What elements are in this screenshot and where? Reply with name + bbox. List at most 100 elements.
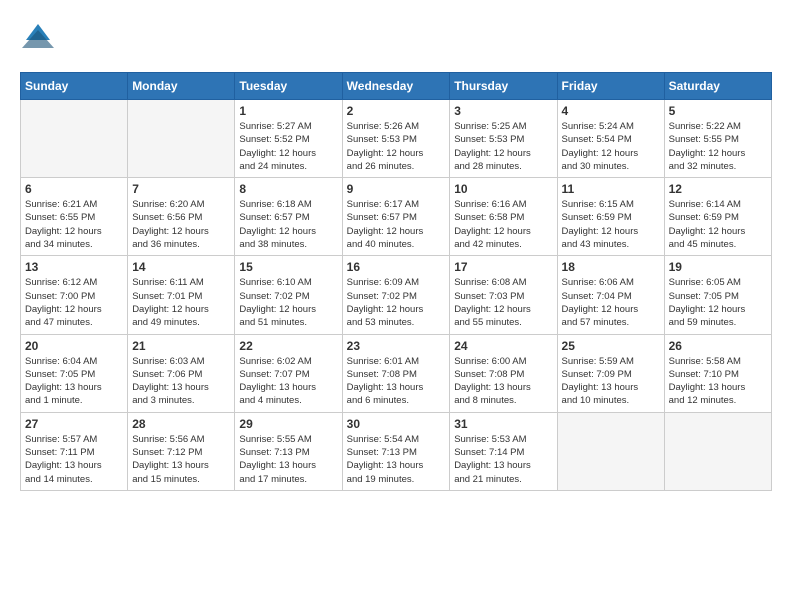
logo-icon [20,20,56,62]
calendar-cell: 2 Sunrise: 5:26 AM Sunset: 5:53 PM Daylig… [342,100,450,178]
logo [20,20,60,62]
day-info: Sunrise: 6:11 AM Sunset: 7:01 PM Dayligh… [132,276,230,329]
calendar-cell: 28 Sunrise: 5:56 AM Sunset: 7:12 PM Dayli… [128,412,235,490]
day-info: Sunrise: 6:12 AM Sunset: 7:00 PM Dayligh… [25,276,123,329]
calendar-cell: 3 Sunrise: 5:25 AM Sunset: 5:53 PM Daylig… [450,100,557,178]
day-info: Sunrise: 5:22 AM Sunset: 5:55 PM Dayligh… [669,120,767,173]
day-number: 26 [669,339,767,353]
calendar-cell: 16 Sunrise: 6:09 AM Sunset: 7:02 PM Dayli… [342,256,450,334]
col-header-saturday: Saturday [664,73,771,100]
day-number: 10 [454,182,552,196]
day-info: Sunrise: 6:02 AM Sunset: 7:07 PM Dayligh… [239,355,337,408]
calendar-cell: 7 Sunrise: 6:20 AM Sunset: 6:56 PM Daylig… [128,178,235,256]
day-number: 16 [347,260,446,274]
day-number: 17 [454,260,552,274]
day-info: Sunrise: 6:18 AM Sunset: 6:57 PM Dayligh… [239,198,337,251]
calendar-cell: 14 Sunrise: 6:11 AM Sunset: 7:01 PM Dayli… [128,256,235,334]
day-number: 30 [347,417,446,431]
calendar-cell: 18 Sunrise: 6:06 AM Sunset: 7:04 PM Dayli… [557,256,664,334]
calendar-cell: 26 Sunrise: 5:58 AM Sunset: 7:10 PM Dayli… [664,334,771,412]
day-number: 29 [239,417,337,431]
day-number: 1 [239,104,337,118]
calendar-cell [21,100,128,178]
day-info: Sunrise: 6:21 AM Sunset: 6:55 PM Dayligh… [25,198,123,251]
calendar-cell: 5 Sunrise: 5:22 AM Sunset: 5:55 PM Daylig… [664,100,771,178]
day-info: Sunrise: 5:24 AM Sunset: 5:54 PM Dayligh… [562,120,660,173]
day-number: 5 [669,104,767,118]
calendar-week-row: 27 Sunrise: 5:57 AM Sunset: 7:11 PM Dayli… [21,412,772,490]
day-info: Sunrise: 6:04 AM Sunset: 7:05 PM Dayligh… [25,355,123,408]
day-info: Sunrise: 5:27 AM Sunset: 5:52 PM Dayligh… [239,120,337,173]
calendar-header-row: SundayMondayTuesdayWednesdayThursdayFrid… [21,73,772,100]
day-number: 3 [454,104,552,118]
calendar-cell: 27 Sunrise: 5:57 AM Sunset: 7:11 PM Dayli… [21,412,128,490]
calendar-cell: 20 Sunrise: 6:04 AM Sunset: 7:05 PM Dayli… [21,334,128,412]
calendar-cell: 19 Sunrise: 6:05 AM Sunset: 7:05 PM Dayli… [664,256,771,334]
calendar-cell: 6 Sunrise: 6:21 AM Sunset: 6:55 PM Daylig… [21,178,128,256]
calendar-cell: 4 Sunrise: 5:24 AM Sunset: 5:54 PM Daylig… [557,100,664,178]
day-number: 9 [347,182,446,196]
calendar-cell [128,100,235,178]
col-header-thursday: Thursday [450,73,557,100]
day-number: 23 [347,339,446,353]
calendar-cell: 11Sunrise: 6:15 AM Sunset: 6:59 PM Dayli… [557,178,664,256]
day-number: 21 [132,339,230,353]
day-number: 7 [132,182,230,196]
day-info: Sunrise: 6:10 AM Sunset: 7:02 PM Dayligh… [239,276,337,329]
day-number: 4 [562,104,660,118]
day-number: 27 [25,417,123,431]
calendar-cell: 25Sunrise: 5:59 AM Sunset: 7:09 PM Dayli… [557,334,664,412]
col-header-wednesday: Wednesday [342,73,450,100]
calendar-cell: 8Sunrise: 6:18 AM Sunset: 6:57 PM Daylig… [235,178,342,256]
day-info: Sunrise: 6:06 AM Sunset: 7:04 PM Dayligh… [562,276,660,329]
day-info: Sunrise: 5:25 AM Sunset: 5:53 PM Dayligh… [454,120,552,173]
day-info: Sunrise: 6:15 AM Sunset: 6:59 PM Dayligh… [562,198,660,251]
day-number: 18 [562,260,660,274]
calendar-cell: 23 Sunrise: 6:01 AM Sunset: 7:08 PM Dayli… [342,334,450,412]
day-info: Sunrise: 6:08 AM Sunset: 7:03 PM Dayligh… [454,276,552,329]
day-info: Sunrise: 5:56 AM Sunset: 7:12 PM Dayligh… [132,433,230,486]
day-number: 14 [132,260,230,274]
calendar-cell: 29Sunrise: 5:55 AM Sunset: 7:13 PM Dayli… [235,412,342,490]
day-number: 28 [132,417,230,431]
day-info: Sunrise: 6:05 AM Sunset: 7:05 PM Dayligh… [669,276,767,329]
day-info: Sunrise: 6:17 AM Sunset: 6:57 PM Dayligh… [347,198,446,251]
calendar-cell: 10Sunrise: 6:16 AM Sunset: 6:58 PM Dayli… [450,178,557,256]
calendar-week-row: 20 Sunrise: 6:04 AM Sunset: 7:05 PM Dayli… [21,334,772,412]
day-number: 22 [239,339,337,353]
day-info: Sunrise: 5:53 AM Sunset: 7:14 PM Dayligh… [454,433,552,486]
day-info: Sunrise: 6:20 AM Sunset: 6:56 PM Dayligh… [132,198,230,251]
day-number: 6 [25,182,123,196]
calendar-cell: 21Sunrise: 6:03 AM Sunset: 7:06 PM Dayli… [128,334,235,412]
calendar-table: SundayMondayTuesdayWednesdayThursdayFrid… [20,72,772,491]
calendar-cell: 9 Sunrise: 6:17 AM Sunset: 6:57 PM Daylig… [342,178,450,256]
day-number: 15 [239,260,337,274]
calendar-week-row: 6 Sunrise: 6:21 AM Sunset: 6:55 PM Daylig… [21,178,772,256]
calendar-week-row: 13Sunrise: 6:12 AM Sunset: 7:00 PM Dayli… [21,256,772,334]
page-header [20,20,772,62]
day-info: Sunrise: 5:26 AM Sunset: 5:53 PM Dayligh… [347,120,446,173]
calendar-cell [557,412,664,490]
day-number: 19 [669,260,767,274]
day-info: Sunrise: 5:57 AM Sunset: 7:11 PM Dayligh… [25,433,123,486]
day-info: Sunrise: 6:14 AM Sunset: 6:59 PM Dayligh… [669,198,767,251]
calendar-cell: 24 Sunrise: 6:00 AM Sunset: 7:08 PM Dayli… [450,334,557,412]
calendar-cell [664,412,771,490]
day-number: 24 [454,339,552,353]
col-header-sunday: Sunday [21,73,128,100]
col-header-friday: Friday [557,73,664,100]
col-header-tuesday: Tuesday [235,73,342,100]
calendar-cell: 1 Sunrise: 5:27 AM Sunset: 5:52 PM Daylig… [235,100,342,178]
day-info: Sunrise: 5:58 AM Sunset: 7:10 PM Dayligh… [669,355,767,408]
day-info: Sunrise: 6:01 AM Sunset: 7:08 PM Dayligh… [347,355,446,408]
calendar-cell: 22 Sunrise: 6:02 AM Sunset: 7:07 PM Dayli… [235,334,342,412]
col-header-monday: Monday [128,73,235,100]
day-number: 20 [25,339,123,353]
day-info: Sunrise: 6:09 AM Sunset: 7:02 PM Dayligh… [347,276,446,329]
day-info: Sunrise: 6:00 AM Sunset: 7:08 PM Dayligh… [454,355,552,408]
day-info: Sunrise: 5:59 AM Sunset: 7:09 PM Dayligh… [562,355,660,408]
day-number: 2 [347,104,446,118]
calendar-cell: 12 Sunrise: 6:14 AM Sunset: 6:59 PM Dayli… [664,178,771,256]
day-number: 12 [669,182,767,196]
calendar-cell: 15 Sunrise: 6:10 AM Sunset: 7:02 PM Dayli… [235,256,342,334]
